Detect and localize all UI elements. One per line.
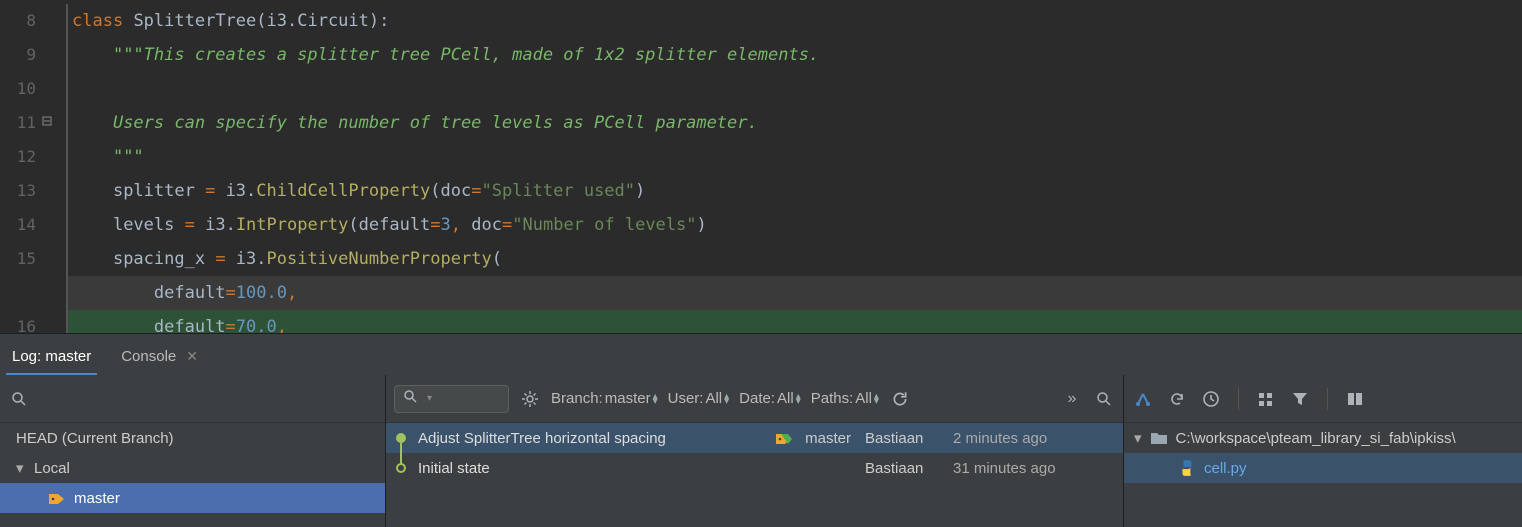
undo-icon[interactable]: [1166, 388, 1188, 410]
diff-preview-icon[interactable]: [1344, 388, 1366, 410]
line-number: 14: [0, 208, 54, 242]
commit-message: Initial state: [418, 460, 834, 477]
commits-list[interactable]: Adjust SplitterTree horizontal spacing m…: [386, 423, 1123, 527]
code-line[interactable]: [68, 72, 1522, 106]
tab-console[interactable]: Console ✕: [115, 337, 204, 375]
line-number: 10: [0, 72, 54, 106]
code-line[interactable]: splitter = i3.ChildCellProperty(doc="Spl…: [68, 174, 1522, 208]
commit-row[interactable]: Adjust SplitterTree horizontal spacing m…: [386, 423, 1123, 453]
filter-paths[interactable]: Paths: All ▴▾: [811, 390, 879, 407]
tab-log-label: Log: master: [12, 348, 91, 365]
commit-author: Bastiaan: [865, 460, 943, 477]
branch-master[interactable]: master: [0, 483, 385, 513]
line-number: [0, 276, 54, 310]
code-line[interactable]: Users can specify the number of tree lev…: [68, 106, 1522, 140]
filter-branch[interactable]: Branch: master ▴▾: [551, 390, 658, 407]
commit-author: Bastiaan: [865, 430, 943, 447]
gutter: 8 9 10 11 12 13 14 15 16: [0, 0, 54, 333]
filter-icon[interactable]: [1289, 388, 1311, 410]
changed-files-list[interactable]: ▾ C:\workspace\pteam_library_si_fab\ipki…: [1124, 423, 1522, 527]
folder-icon: [1150, 430, 1168, 446]
branch-local-group[interactable]: ▾Local: [0, 453, 385, 483]
commit-time: 31 minutes ago: [953, 460, 1123, 477]
line-number: 11: [0, 106, 54, 140]
search-icon[interactable]: [8, 388, 30, 410]
python-file-icon: [1178, 460, 1196, 476]
file-tree-root[interactable]: ▾ C:\workspace\pteam_library_si_fab\ipki…: [1124, 423, 1522, 453]
code-editor[interactable]: 8 9 10 11 12 13 14 15 16 class SplitterT…: [0, 0, 1522, 333]
file-item[interactable]: cell.py: [1124, 453, 1522, 483]
line-number: 9: [0, 38, 54, 72]
tab-console-label: Console: [121, 348, 176, 365]
code-area[interactable]: class SplitterTree(i3.Circuit): """This …: [68, 0, 1522, 333]
code-line[interactable]: default=100.0,: [68, 276, 1522, 310]
line-number: 13: [0, 174, 54, 208]
sort-icon: ▴▾: [874, 394, 879, 404]
commit-branch-tag[interactable]: master: [775, 430, 851, 447]
changes-column: ▾ C:\workspace\pteam_library_si_fab\ipki…: [1124, 375, 1522, 527]
bookmark-icon: [48, 491, 66, 505]
chevron-down-icon: ▾: [16, 459, 30, 477]
cherry-pick-icon[interactable]: [1132, 388, 1154, 410]
branch-search-input[interactable]: [40, 390, 377, 408]
bookmark-icon: [775, 431, 793, 445]
commit-time: 2 minutes ago: [953, 430, 1123, 447]
file-name: cell.py: [1204, 460, 1247, 477]
vcs-log-panel: HEAD (Current Branch) ▾Local master ▾: [0, 375, 1522, 527]
changes-toolbar: [1124, 375, 1522, 423]
code-line[interactable]: """This creates a splitter tree PCell, m…: [68, 38, 1522, 72]
vcs-tabs-bar: Log: master Console ✕: [0, 333, 1522, 375]
commits-column: ▾ Branch: master ▴▾ User: All ▴▾ Date: A…: [386, 375, 1124, 527]
code-line[interactable]: spacing_x = i3.PositiveNumberProperty(: [68, 242, 1522, 276]
chevron-down-icon[interactable]: ▾: [427, 393, 432, 404]
chevron-down-icon: ▾: [1134, 429, 1142, 447]
branches-toolbar: [0, 375, 385, 423]
branches-column: HEAD (Current Branch) ▾Local master: [0, 375, 386, 527]
gear-icon[interactable]: [519, 388, 541, 410]
line-number: 15: [0, 242, 54, 276]
line-number: 12: [0, 140, 54, 174]
file-path: C:\workspace\pteam_library_si_fab\ipkiss…: [1176, 430, 1456, 447]
branch-head[interactable]: HEAD (Current Branch): [0, 423, 385, 453]
sort-icon: ▴▾: [796, 394, 801, 404]
commit-row[interactable]: Initial state x Bastiaan 31 minutes ago: [386, 453, 1123, 483]
group-icon[interactable]: [1255, 388, 1277, 410]
filter-user[interactable]: User: All ▴▾: [668, 390, 730, 407]
code-line[interactable]: class SplitterTree(i3.Circuit):: [68, 4, 1522, 38]
more-icon[interactable]: »: [1061, 388, 1083, 410]
commit-graph-node: [394, 453, 408, 483]
close-icon[interactable]: ✕: [186, 348, 198, 365]
history-icon[interactable]: [1200, 388, 1222, 410]
branches-list[interactable]: HEAD (Current Branch) ▾Local master: [0, 423, 385, 527]
search-icon[interactable]: [1093, 388, 1115, 410]
commit-message: Adjust SplitterTree horizontal spacing: [418, 430, 765, 447]
code-line[interactable]: """: [68, 140, 1522, 174]
sort-icon: ▴▾: [724, 394, 729, 404]
tab-log[interactable]: Log: master: [6, 337, 97, 375]
commits-toolbar: ▾ Branch: master ▴▾ User: All ▴▾ Date: A…: [386, 375, 1123, 423]
code-line[interactable]: levels = i3.IntProperty(default=3, doc="…: [68, 208, 1522, 242]
sort-icon: ▴▾: [653, 394, 658, 404]
commits-search[interactable]: ▾: [394, 385, 509, 413]
line-number: 8: [0, 4, 54, 38]
refresh-icon[interactable]: [889, 388, 911, 410]
fold-collapse-icon[interactable]: [41, 115, 53, 127]
search-icon: [403, 389, 419, 408]
filter-date[interactable]: Date: All ▴▾: [739, 390, 801, 407]
